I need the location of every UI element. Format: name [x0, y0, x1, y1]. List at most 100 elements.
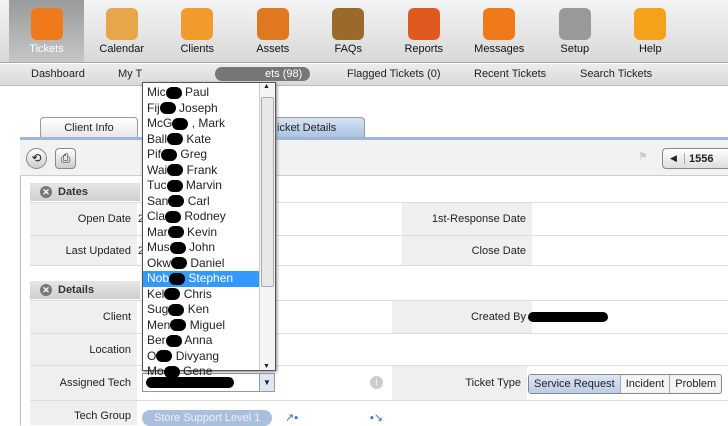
subnav-my-tickets[interactable]: My T: [118, 68, 142, 80]
tech-option[interactable]: Okw Daniel: [143, 256, 259, 272]
tech-option[interactable]: Sug Ken: [143, 302, 259, 318]
escalate-icon[interactable]: ↗▪: [285, 411, 298, 424]
option-name-start: Kel: [147, 286, 165, 301]
option-name-start: Nob: [147, 271, 170, 285]
tech-option[interactable]: Men Miguel: [143, 318, 259, 334]
ticket-type-incident[interactable]: Incident: [619, 375, 670, 393]
dropdown-scrollbar[interactable]: ▲ ▼: [259, 83, 275, 370]
clients-icon: [181, 8, 214, 40]
nav-label: Help: [638, 43, 662, 55]
tech-option[interactable]: O Divyang: [143, 349, 259, 365]
subnav-dashboard[interactable]: Dashboard: [31, 68, 85, 80]
option-name-end: Rodney: [184, 209, 226, 223]
option-name-end: Anna: [184, 333, 213, 347]
tab-client-info[interactable]: Client Info: [40, 117, 138, 138]
created-by-label: Created By: [392, 301, 532, 333]
subnav-recent-tickets[interactable]: Recent Tickets: [474, 68, 546, 80]
subnav-flagged-tickets[interactable]: Flagged Tickets (0): [347, 68, 441, 80]
nav-label: FAQs: [334, 43, 362, 55]
option-name-start: Mo: [147, 364, 164, 378]
redaction: [164, 288, 181, 301]
details-section-header[interactable]: ✕ Details: [30, 281, 140, 299]
nav-reports[interactable]: Reports: [386, 0, 462, 62]
redaction: [167, 133, 184, 146]
nav-label: Messages: [474, 43, 525, 55]
tech-option[interactable]: Mo Gene: [143, 364, 259, 380]
tech-option[interactable]: Fij Joseph: [143, 101, 259, 117]
nav-label: Tickets: [29, 43, 64, 55]
print-icon[interactable]: ⎙: [55, 148, 76, 169]
option-name-start: Mic: [147, 85, 166, 99]
option-name-start: Wai: [147, 162, 168, 177]
tech-option[interactable]: Pif Greg: [143, 147, 259, 163]
tech-option[interactable]: McG , Mark: [143, 116, 259, 132]
nav-assets[interactable]: Assets: [235, 0, 311, 62]
redaction: [163, 365, 180, 378]
help-icon: [634, 8, 667, 40]
subnav-group-tickets[interactable]: ets (98): [215, 67, 311, 81]
ticket-type-toggle: Service Request Incident Problem: [528, 374, 723, 394]
redaction: [169, 241, 186, 254]
redaction: [159, 102, 176, 115]
flag-icon[interactable]: ⚑: [638, 150, 648, 163]
ticket-number: 1556: [689, 152, 714, 165]
scrollbar-thumb[interactable]: [261, 97, 274, 287]
tech-group-value[interactable]: Store Support Level 1: [142, 410, 273, 426]
nav-help[interactable]: Help: [613, 0, 689, 62]
toolbar: ⟲ ⎙ ⚑ ◀ 1556: [20, 140, 728, 176]
option-name-end: Gene: [183, 364, 213, 378]
option-name-end: Greg: [180, 147, 208, 161]
tech-option[interactable]: Ber Anna: [143, 333, 259, 349]
nav-clients[interactable]: Clients: [160, 0, 236, 62]
tech-option[interactable]: Wai Frank: [143, 163, 259, 179]
nav-messages[interactable]: Messages: [462, 0, 538, 62]
dates-section-header[interactable]: ✕ Dates: [30, 183, 140, 201]
ticket-type-problem[interactable]: Problem: [669, 375, 721, 393]
tech-option[interactable]: Ball Kate: [143, 132, 259, 148]
assigned-tech-row: Assigned Tech ▼ i Ticket Type Service Re…: [30, 365, 728, 400]
collapse-icon[interactable]: ✕: [40, 186, 52, 198]
option-name-end: Kate: [186, 131, 212, 146]
tech-option[interactable]: Mar Kevin: [143, 225, 259, 241]
option-name-start: Mus: [147, 240, 170, 254]
tech-option[interactable]: Cla Rodney: [143, 209, 259, 225]
option-name-end: , Mark: [191, 116, 226, 130]
nav-setup[interactable]: Setup: [537, 0, 613, 62]
option-name-start: Fij: [147, 100, 160, 115]
back-icon[interactable]: ⟲: [26, 148, 47, 169]
tech-option[interactable]: San Carl: [143, 194, 259, 210]
redaction: [169, 272, 186, 285]
nav-label: Setup: [560, 43, 590, 55]
nav-faqs[interactable]: FAQs: [311, 0, 387, 62]
setup-icon: [558, 8, 591, 40]
prev-ticket-icon[interactable]: ◀: [663, 153, 685, 164]
option-name-start: Men: [147, 317, 171, 332]
deescalate-icon[interactable]: ▪↘: [370, 411, 383, 424]
option-name-end: Daniel: [190, 255, 225, 270]
option-name-end: Miguel: [189, 317, 226, 332]
scroll-down-icon[interactable]: ▼: [263, 363, 270, 370]
nav-tickets[interactable]: Tickets: [9, 0, 84, 62]
tech-option[interactable]: Mus John: [143, 240, 259, 256]
assigned-tech-dropdown-list[interactable]: Mic Paul Fij Joseph McG , Mark Ball Kate Pif…: [142, 82, 276, 378]
info-icon[interactable]: i: [370, 376, 383, 389]
nav-calendar[interactable]: Calendar: [84, 0, 160, 62]
option-name-end: Chris: [183, 286, 212, 301]
tech-option[interactable]: Mic Paul: [143, 85, 259, 101]
ticket-type-service-request[interactable]: Service Request: [529, 375, 620, 393]
scroll-up-icon[interactable]: ▲: [263, 83, 270, 90]
tech-option[interactable]: Tuc Marvin: [143, 178, 259, 194]
tech-option[interactable]: Kel Chris: [143, 287, 259, 303]
last-updated-row: Last Updated 2 Close Date: [30, 235, 728, 266]
dates-title: Dates: [58, 186, 88, 198]
tickets-icon: [30, 8, 63, 40]
subnav-search-tickets[interactable]: Search Tickets: [580, 68, 652, 80]
option-name-start: Sug: [147, 302, 169, 316]
tech-option[interactable]: Nob Stephen: [143, 271, 259, 287]
faqs-icon: [332, 8, 365, 40]
details-title: Details: [58, 284, 95, 296]
option-name-end: Stephen: [188, 271, 234, 285]
collapse-icon[interactable]: ✕: [40, 284, 52, 296]
nav-label: Clients: [180, 43, 215, 55]
option-name-end: Marvin: [185, 178, 222, 192]
